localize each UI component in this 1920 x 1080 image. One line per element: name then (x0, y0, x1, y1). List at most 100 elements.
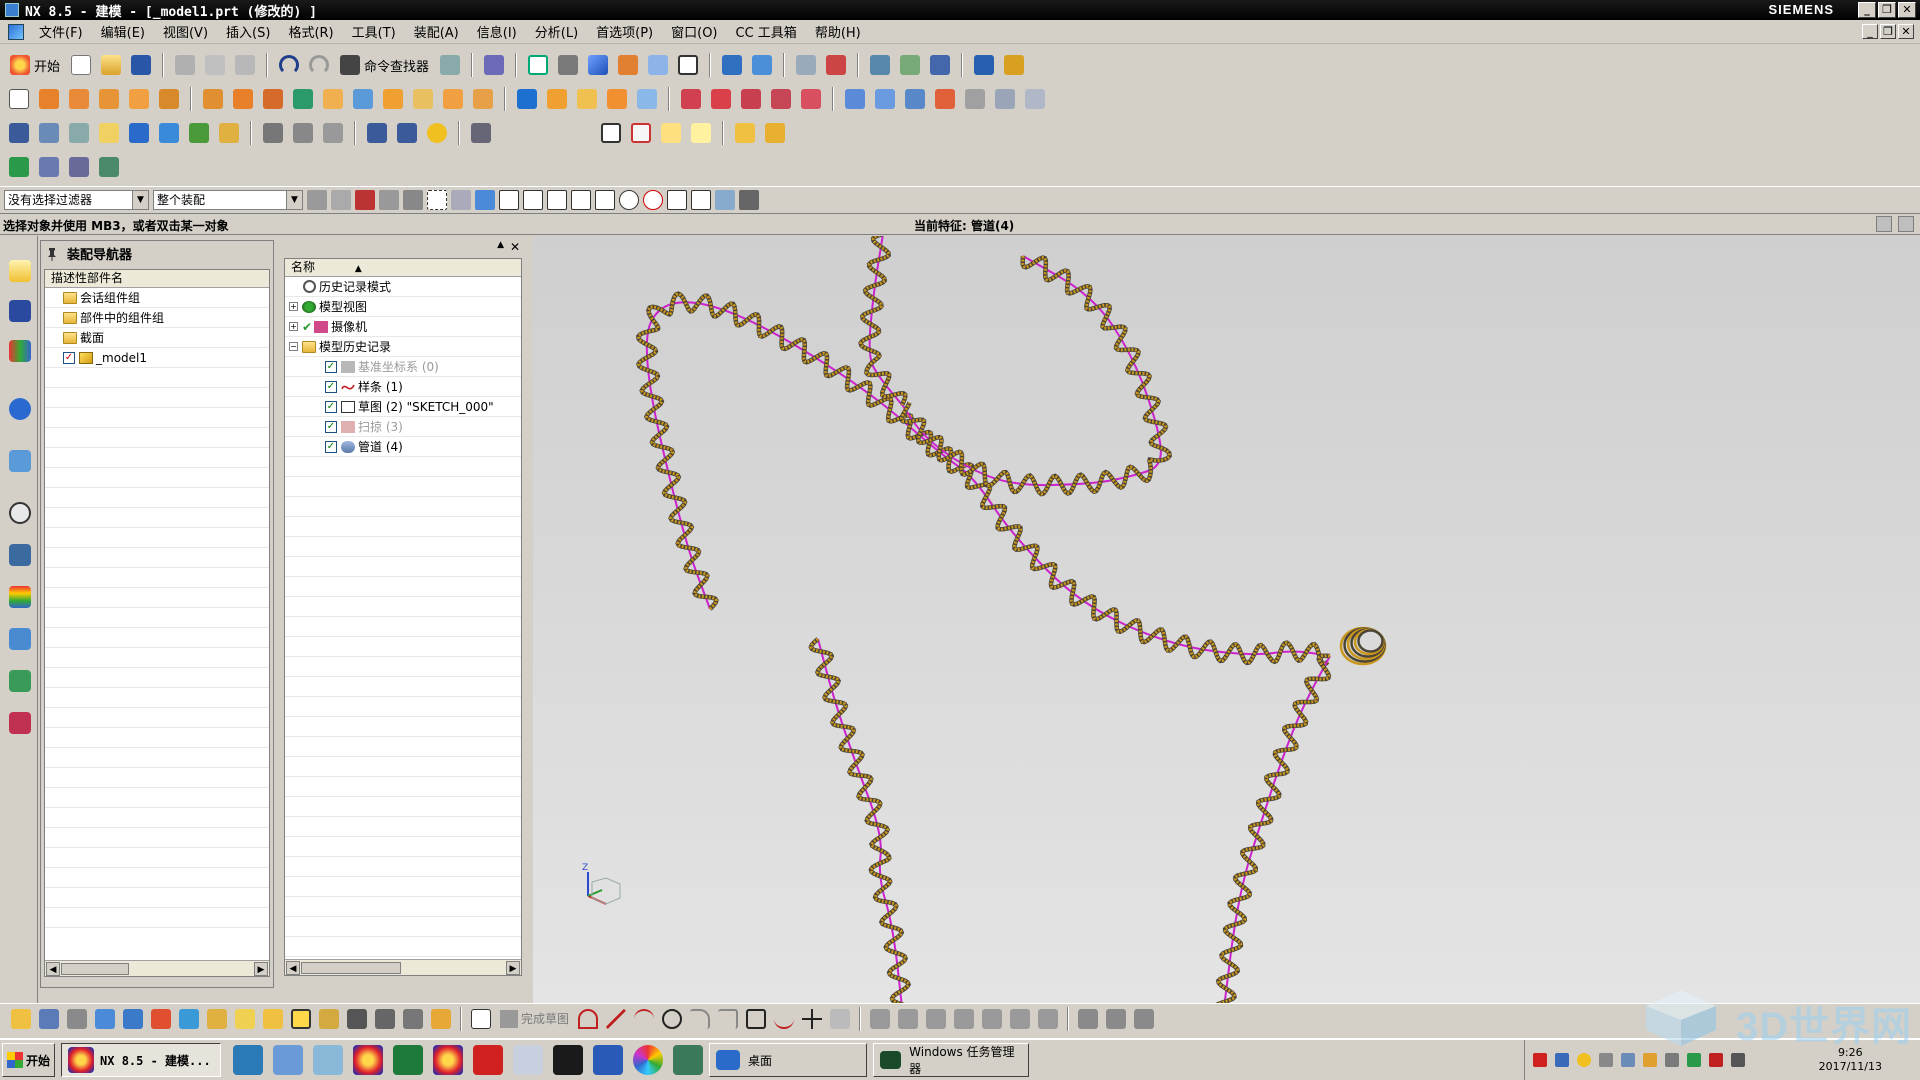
redo-button[interactable] (306, 52, 332, 78)
bottom-tool-9[interactable] (232, 1006, 258, 1032)
menu-analysis[interactable]: 分析(L) (526, 22, 587, 41)
select-face-icon[interactable] (379, 189, 399, 210)
menu-help[interactable]: 帮助(H) (806, 22, 870, 41)
reuse-library-tab[interactable] (6, 394, 34, 424)
calculator-icon[interactable] (513, 1045, 544, 1075)
auto-constrain-button[interactable] (1007, 1006, 1033, 1032)
collapse-icon[interactable]: − (289, 342, 298, 351)
groove-button[interactable] (260, 86, 286, 112)
copy-button[interactable] (202, 52, 228, 78)
distance-button[interactable] (971, 52, 997, 78)
document-icon[interactable] (8, 23, 24, 40)
group-button[interactable] (762, 120, 788, 146)
graphics-window[interactable]: Z (533, 236, 1920, 1006)
fit-view-button[interactable] (525, 52, 551, 78)
bottom-tool-11[interactable] (288, 1006, 314, 1032)
body-filter-icon[interactable] (475, 189, 495, 210)
slot-button[interactable] (230, 86, 256, 112)
ime-icon[interactable] (1533, 1053, 1547, 1067)
tool3-button[interactable] (186, 120, 212, 146)
snap-point-icon[interactable] (499, 189, 519, 210)
datum-button[interactable] (290, 86, 316, 112)
horizontal-scrollbar[interactable]: ◀ ▶ (285, 959, 521, 975)
quadrant-icon[interactable] (643, 189, 663, 210)
axes-button[interactable] (96, 154, 122, 180)
select-body-icon[interactable] (355, 189, 375, 210)
constraints-button[interactable] (951, 1006, 977, 1032)
doc-restore-button[interactable]: ❐ (1880, 24, 1896, 39)
subtract-button[interactable] (470, 86, 496, 112)
open-button[interactable] (98, 52, 124, 78)
system-materials-tab[interactable] (6, 540, 34, 570)
unite-button[interactable] (440, 86, 466, 112)
boss-button[interactable] (126, 86, 152, 112)
tree-node[interactable]: 历史记录模式 (285, 277, 521, 297)
volume-icon[interactable] (1731, 1053, 1745, 1067)
bottom-tool-4[interactable] (92, 1006, 118, 1032)
scroll-left-icon[interactable]: ◀ (46, 962, 60, 976)
taskbar-desktop-task[interactable]: 桌面 (709, 1043, 868, 1077)
visibility-checkbox[interactable]: ✓ (63, 351, 75, 364)
layers-button[interactable] (36, 120, 62, 146)
menu-file[interactable]: 文件(F) (30, 22, 92, 41)
sphere-button[interactable] (410, 86, 436, 112)
bottom-tool-1[interactable] (8, 1006, 34, 1032)
fillet-button[interactable] (687, 1006, 713, 1032)
new-button[interactable] (68, 52, 94, 78)
bulb-button[interactable] (424, 120, 450, 146)
bottom-tool-5[interactable] (120, 1006, 146, 1032)
column-header-name[interactable]: 名称 ▲ (285, 259, 521, 277)
feature-node[interactable]: ✓ 草图 (2) "SKETCH_000" (285, 397, 521, 417)
bottom-tool-6[interactable] (148, 1006, 174, 1032)
surface-button[interactable] (842, 86, 868, 112)
rectangle-button[interactable] (743, 1006, 769, 1032)
undo-button[interactable] (276, 52, 302, 78)
stack-button[interactable] (66, 120, 92, 146)
part-navigator-tab[interactable] (6, 336, 34, 366)
wcs-button[interactable] (823, 52, 849, 78)
point-on-face-icon[interactable] (715, 189, 735, 210)
scroll-right-icon[interactable]: ▶ (254, 962, 268, 976)
command-finder-button[interactable]: 命令查找器 (336, 52, 433, 78)
snap-button[interactable] (867, 52, 893, 78)
start-menu-button[interactable]: 开始 (6, 52, 64, 78)
menu-edit[interactable]: 编辑(E) (92, 22, 154, 41)
assembly-navigator-tab[interactable] (6, 256, 34, 286)
ruler-button[interactable] (1001, 52, 1027, 78)
edge-blend-button[interactable] (514, 86, 540, 112)
solidworks-icon[interactable] (473, 1045, 504, 1075)
monitor-icon[interactable] (673, 1045, 704, 1075)
finish-sketch-button[interactable]: 完成草图 (496, 1009, 573, 1028)
rectangle-select-icon[interactable] (427, 189, 447, 210)
shell-button[interactable] (574, 86, 600, 112)
bottom-tool-7[interactable] (176, 1006, 202, 1032)
existing-point-icon[interactable] (667, 189, 687, 210)
midpoint-icon[interactable] (547, 189, 567, 210)
roles-tab[interactable] (6, 666, 34, 696)
close-icon[interactable]: ✕ (510, 240, 520, 254)
constraint-button[interactable] (749, 52, 775, 78)
check-model-button[interactable] (36, 154, 62, 180)
menu-window[interactable]: 窗口(O) (662, 22, 726, 41)
draft-button[interactable] (604, 86, 630, 112)
select-edge-icon[interactable] (403, 189, 423, 210)
bounded-grid-icon[interactable] (739, 189, 759, 210)
settings-icon[interactable] (1665, 1053, 1679, 1067)
sketch-task-button[interactable] (468, 1006, 494, 1032)
mirror-button[interactable] (708, 86, 734, 112)
scroll-left-icon[interactable]: ◀ (286, 961, 300, 975)
background-button[interactable] (675, 52, 701, 78)
taskbar-start-button[interactable]: 开始 (2, 1043, 56, 1077)
menu-view[interactable]: 视图(V) (154, 22, 217, 41)
word-icon[interactable] (593, 1045, 624, 1075)
image-button[interactable] (688, 120, 714, 146)
full-screen-icon[interactable] (1876, 216, 1892, 232)
cone-button[interactable] (380, 86, 406, 112)
keyboard-icon[interactable] (1621, 1053, 1635, 1067)
studio-spline-button[interactable] (771, 1006, 797, 1032)
menu-insert[interactable]: 插入(S) (217, 22, 279, 41)
restore-button[interactable]: ❐ (1878, 2, 1896, 18)
horizontal-scrollbar[interactable]: ◀ ▶ (45, 960, 269, 976)
point-button[interactable] (799, 1006, 825, 1032)
pocket-button[interactable] (156, 86, 182, 112)
